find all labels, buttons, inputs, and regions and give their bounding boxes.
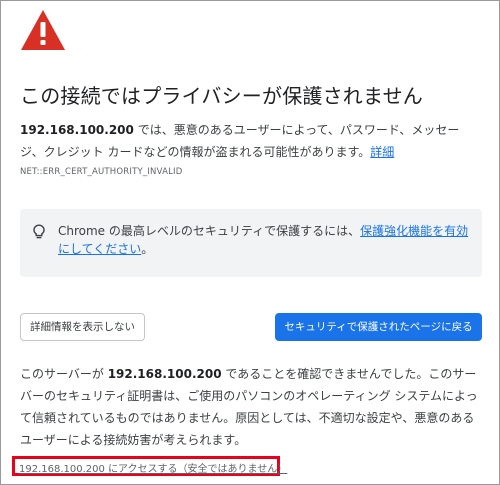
error-code[interactable]: NET::ERR_CERT_AUTHORITY_INVALID <box>20 167 182 177</box>
learn-more-link[interactable]: 詳細 <box>370 145 394 159</box>
lightbulb-icon <box>33 224 45 239</box>
host-name: 192.168.100.200 <box>20 123 134 137</box>
explanation-lead: このサーバーが <box>20 367 108 381</box>
security-description: 192.168.100.200 では、悪意のあるユーザーによって、パスワード、メ… <box>20 119 482 163</box>
hide-details-button[interactable]: 詳細情報を表示しない <box>20 313 145 341</box>
info-text-lead: Chrome の最高レベルのセキュリティで保護するには、 <box>58 224 361 238</box>
info-text-end: 。 <box>141 242 154 256</box>
back-to-safety-button[interactable]: セキュリティで保護されたページに戻る <box>275 313 482 341</box>
page-title: この接続ではプライバシーが保護されません <box>20 84 423 108</box>
proceed-unsafe-link[interactable]: 192.168.100.200 にアクセスする（安全ではありません） <box>19 460 287 475</box>
enhanced-protection-box: Chrome の最高レベルのセキュリティで保護するには、保護強化機能を有効にして… <box>20 209 482 277</box>
info-text: Chrome の最高レベルのセキュリティで保護するには、保護強化機能を有効にして… <box>58 222 470 258</box>
details-explanation: このサーバーが 192.168.100.200 であることを確認できませんでした… <box>20 363 485 451</box>
warning-triangle-icon <box>21 10 65 50</box>
interstitial-page: この接続ではプライバシーが保護されません 192.168.100.200 では、… <box>0 0 500 485</box>
explanation-host: 192.168.100.200 <box>107 367 222 381</box>
